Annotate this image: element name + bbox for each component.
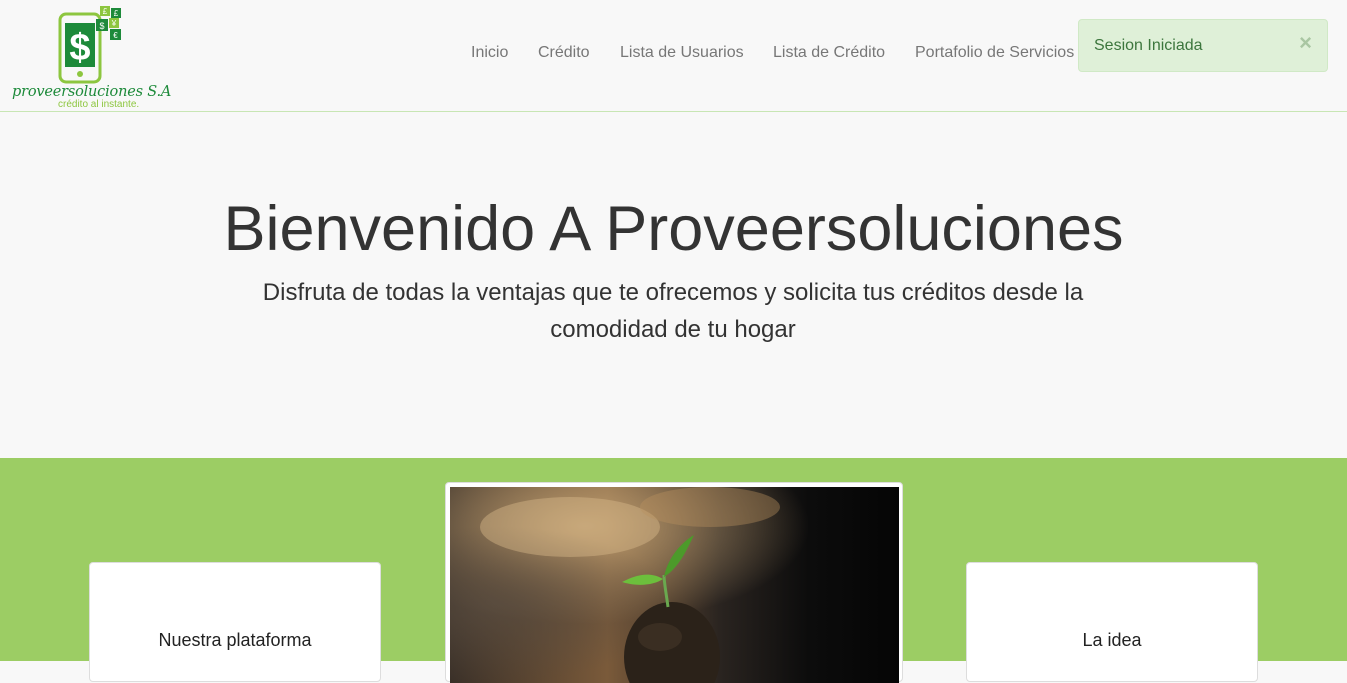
svg-text:€: €: [113, 31, 118, 40]
feature-card-title: La idea: [1082, 630, 1142, 650]
alert-message: Sesion Iniciada: [1094, 37, 1203, 54]
brand-logo[interactable]: $ £ £ $ ¥ € proveersoluciones S.A crédit…: [10, 4, 171, 110]
close-icon[interactable]: ×: [1299, 32, 1312, 54]
sprout-photo: [450, 487, 899, 683]
svg-text:£: £: [103, 7, 108, 16]
success-alert: Sesion Iniciada ×: [1078, 19, 1328, 72]
phone-dollar-logo-icon: $ £ £ $ ¥ €: [58, 6, 121, 84]
svg-text:$: $: [69, 27, 90, 69]
nav-item-inicio[interactable]: Inicio: [471, 44, 508, 62]
svg-text:$: $: [99, 21, 104, 31]
hero-subtitle: Disfruta de todas la ventajas que te ofr…: [262, 279, 1084, 343]
brand-name: proveersoluciones S.A: [12, 84, 172, 100]
feature-card-idea: La idea: [966, 562, 1258, 682]
feature-image-frame: [445, 482, 903, 683]
svg-text:¥: ¥: [111, 19, 117, 28]
feature-card-plataforma: Nuestra plataforma: [89, 562, 381, 682]
nav-item-portafolio-servicios[interactable]: Portafolio de Servicios: [915, 44, 1074, 62]
svg-text:£: £: [114, 9, 119, 18]
nav-item-lista-credito[interactable]: Lista de Crédito: [773, 44, 885, 62]
nav-item-credito[interactable]: Crédito: [538, 44, 590, 62]
sprout-photo-icon: [450, 487, 899, 683]
hero-section: Bienvenido A Proveersoluciones Disfruta …: [0, 113, 1347, 458]
page-title: Bienvenido A Proveersoluciones: [223, 194, 1124, 264]
brand-tagline: crédito al instante.: [58, 99, 140, 110]
feature-card-title: Nuestra plataforma: [158, 630, 312, 650]
features-section: Nuestra plataforma La idea: [0, 458, 1347, 683]
nav-item-lista-usuarios[interactable]: Lista de Usuarios: [620, 44, 744, 62]
